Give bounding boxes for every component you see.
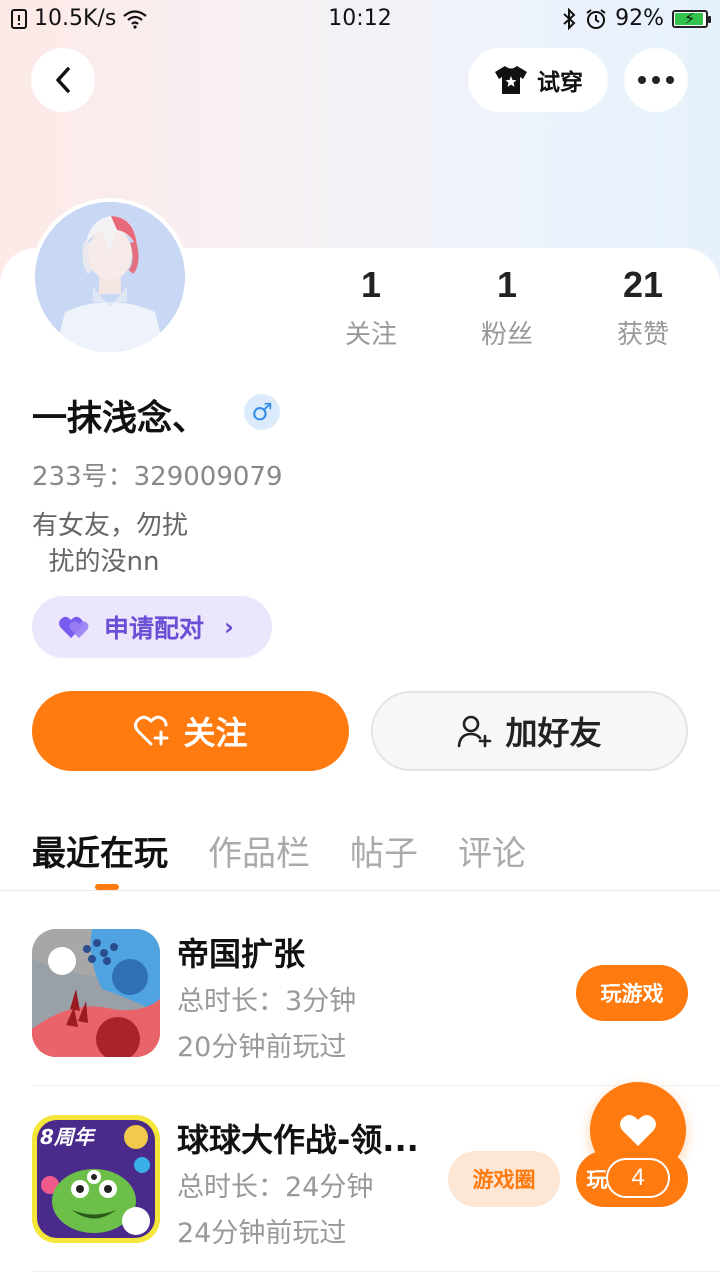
stat-following-label: 关注 [344,320,397,350]
add-friend-button[interactable]: 加好友 [371,691,688,771]
follow-label: 关注 [183,714,248,752]
avatar[interactable] [31,198,189,356]
stat-following[interactable]: 1 关注 [311,264,431,351]
play-game-button[interactable]: 玩游戏 [576,965,688,1021]
add-user-icon [458,715,492,748]
game-circle-button[interactable]: 游戏圈 [448,1151,560,1207]
apply-pair-button[interactable]: 申请配对 › [32,596,272,658]
tab-posts[interactable]: 帖子 [350,826,418,875]
stat-following-value: 1 [360,264,382,305]
chevron-right-icon: › [224,613,234,641]
game-last-played: 24分钟前玩过 [177,1218,347,1249]
chevron-left-icon [56,67,70,93]
game-title: 球球大作战-领... [177,1121,419,1159]
alarm-icon [586,8,606,29]
bluetooth-icon [563,7,576,30]
try-on-button[interactable]: 试穿 [468,48,608,112]
tab-comments[interactable]: 评论 [458,826,526,875]
game-icon-ball-battle: 8周年 [32,1115,160,1243]
stat-likes-label: 获赞 [616,320,669,350]
username: 一抹浅念、 [32,399,208,439]
heart-icon [620,1114,656,1146]
stat-likes[interactable]: 21 获赞 [583,264,703,351]
stat-followers-label: 粉丝 [480,320,533,350]
like-count-badge: 4 [606,1158,670,1198]
follow-button[interactable]: 关注 [32,691,349,771]
game-title: 帝国扩张 [177,935,306,973]
empire-game-art [32,929,160,1057]
tshirt-icon [495,66,527,94]
battery-icon: ⚡ [672,8,711,28]
game-icon-empire [32,929,160,1057]
stat-followers-value: 1 [496,264,518,305]
male-gender-icon: ♂ [244,394,280,430]
double-heart-icon [59,616,89,638]
game-last-played: 20分钟前玩过 [177,1032,347,1063]
avatar-illustration [35,202,185,352]
user-id: 233号：329009079 [32,462,283,492]
stat-likes-value: 21 [622,264,664,305]
row-divider [32,1271,720,1272]
apply-pair-label: 申请配对 [104,614,205,643]
battery-percent: 92% [615,6,664,31]
back-button[interactable] [31,48,95,112]
add-friend-label: 加好友 [505,714,602,752]
tab-recently-played[interactable]: 最近在玩 [32,826,168,875]
more-dots-icon [638,76,674,84]
tab-divider [0,890,720,891]
try-on-label: 试穿 [537,70,583,96]
game-icon-badge: 8周年 [40,1125,94,1149]
tab-works[interactable]: 作品栏 [208,826,310,875]
status-right: 92% ⚡ [561,6,711,31]
charging-icon: ⚡ [684,8,696,28]
stat-followers[interactable]: 1 粉丝 [447,264,567,351]
play-game-label: 玩 [586,1168,608,1192]
status-bar: 10.5K/s 10:12 92% ⚡ [0,0,720,38]
game-duration: 总时长：3分钟 [177,986,357,1017]
more-button[interactable] [624,48,688,112]
bio: 有女友，勿扰 扰的没nn [32,511,189,577]
content-tabs: 最近在玩 作品栏 帖子 评论 [32,826,526,875]
game-duration: 总时长：24分钟 [177,1172,374,1203]
heart-plus-icon [134,715,169,746]
